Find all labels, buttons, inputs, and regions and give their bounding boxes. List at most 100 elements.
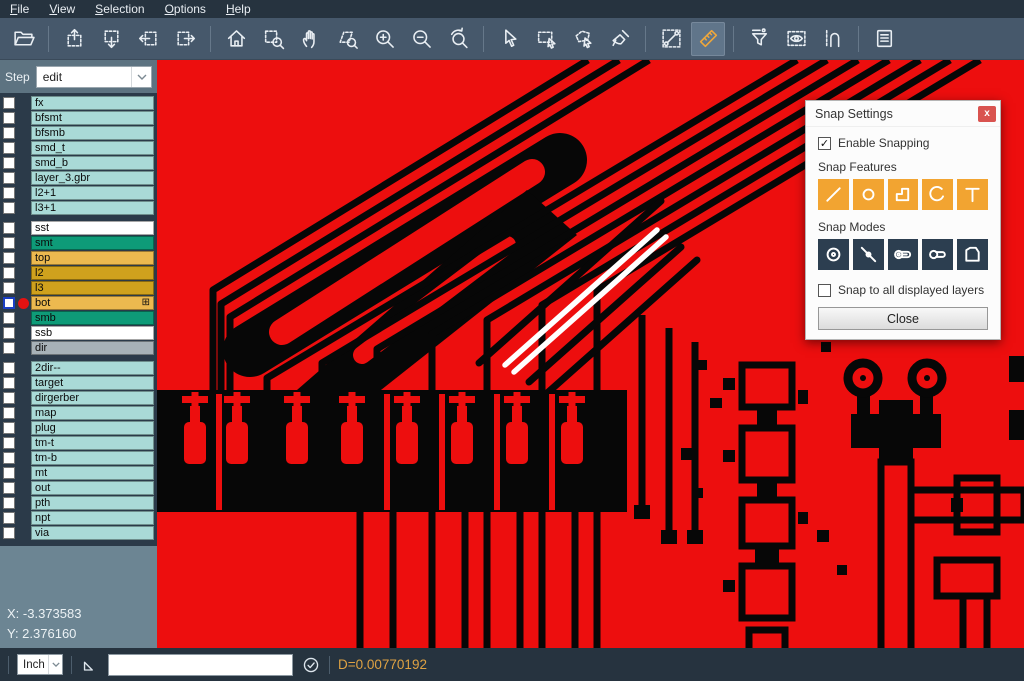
layer-visibility-checkbox[interactable]: [3, 282, 15, 294]
layer-row-bot[interactable]: bot⊞: [0, 296, 157, 310]
layer-name-cell[interactable]: tm-t: [31, 436, 154, 450]
layer-row-target[interactable]: target: [0, 376, 157, 390]
layer-row-ssb[interactable]: ssb: [0, 326, 157, 340]
layer-row-smd_t[interactable]: smd_t: [0, 141, 157, 155]
ruler-icon[interactable]: [691, 22, 725, 56]
text-snap-icon[interactable]: [957, 179, 988, 210]
layer-visibility-checkbox[interactable]: [3, 407, 15, 419]
layer-visibility-checkbox[interactable]: [3, 252, 15, 264]
layer-row-tm-b[interactable]: tm-b: [0, 451, 157, 465]
layer-name-cell[interactable]: bot⊞: [31, 296, 154, 310]
select-rectangle-icon[interactable]: [529, 22, 563, 56]
layer-row-bfsmb[interactable]: bfsmb: [0, 126, 157, 140]
layer-up-icon[interactable]: [57, 22, 91, 56]
layer-name-cell[interactable]: smb: [31, 311, 154, 325]
net-trace-icon[interactable]: [816, 22, 850, 56]
layer-name-cell[interactable]: l3: [31, 281, 154, 295]
layer-name-cell[interactable]: mt: [31, 466, 154, 480]
layer-row-fx[interactable]: fx: [0, 96, 157, 110]
menu-selection[interactable]: Selection: [95, 2, 144, 16]
zoom-home-icon[interactable]: [219, 22, 253, 56]
layer-row-sst[interactable]: sst: [0, 221, 157, 235]
command-input[interactable]: [108, 654, 293, 676]
layer-visibility-checkbox[interactable]: [3, 172, 15, 184]
layer-name-cell[interactable]: via: [31, 526, 154, 540]
layer-row-dirgerber[interactable]: dirgerber: [0, 391, 157, 405]
layer-name-cell[interactable]: bfsmt: [31, 111, 154, 125]
layer-row-smb[interactable]: smb: [0, 311, 157, 325]
layer-name-cell[interactable]: npt: [31, 511, 154, 525]
layer-name-cell[interactable]: pth: [31, 496, 154, 510]
enable-snapping-checkbox[interactable]: ✓: [818, 137, 831, 150]
step-select[interactable]: edit: [36, 66, 152, 88]
layer-row-map[interactable]: map: [0, 406, 157, 420]
layer-visibility-checkbox[interactable]: [3, 497, 15, 509]
layer-name-cell[interactable]: map: [31, 406, 154, 420]
pad-entire-snap-icon[interactable]: [888, 239, 919, 270]
layer-name-cell[interactable]: smt: [31, 236, 154, 250]
layer-row-2dir--[interactable]: 2dir--: [0, 361, 157, 375]
layer-name-cell[interactable]: bfsmb: [31, 126, 154, 140]
layer-name-cell[interactable]: l3+1: [31, 201, 154, 215]
contour-snap-icon[interactable]: [957, 239, 988, 270]
layer-visibility-checkbox[interactable]: [3, 377, 15, 389]
zoom-object-icon[interactable]: [330, 22, 364, 56]
layer-name-cell[interactable]: dirgerber: [31, 391, 154, 405]
layer-row-layer_3.gbr[interactable]: layer_3.gbr: [0, 171, 157, 185]
layer-row-tm-t[interactable]: tm-t: [0, 436, 157, 450]
layer-name-cell[interactable]: plug: [31, 421, 154, 435]
layer-visibility-checkbox[interactable]: [3, 187, 15, 199]
layer-name-cell[interactable]: smd_t: [31, 141, 154, 155]
dialog-title-bar[interactable]: Snap Settings x: [806, 101, 1000, 127]
menu-view[interactable]: View: [49, 2, 75, 16]
layer-row-top[interactable]: top: [0, 251, 157, 265]
layer-visibility-checkbox[interactable]: [3, 327, 15, 339]
arc-snap-icon[interactable]: [922, 179, 953, 210]
layer-name-cell[interactable]: l2+1: [31, 186, 154, 200]
layer-visibility-checkbox[interactable]: [3, 237, 15, 249]
zoom-previous-icon[interactable]: [441, 22, 475, 56]
layer-visibility-checkbox[interactable]: [3, 452, 15, 464]
layer-row-l2+1[interactable]: l2+1: [0, 186, 157, 200]
folder-open-icon[interactable]: [6, 22, 40, 56]
layer-visibility-checkbox[interactable]: [3, 127, 15, 139]
layer-row-l2[interactable]: l2: [0, 266, 157, 280]
zoom-out-icon[interactable]: [404, 22, 438, 56]
layer-visibility-checkbox[interactable]: [3, 527, 15, 539]
close-button[interactable]: Close: [818, 307, 988, 330]
zoom-in-icon[interactable]: [367, 22, 401, 56]
line-snap-icon[interactable]: [818, 179, 849, 210]
select-pointer-icon[interactable]: [492, 22, 526, 56]
units-select[interactable]: Inch: [17, 654, 63, 675]
layer-name-cell[interactable]: ssb: [31, 326, 154, 340]
layer-visibility-checkbox[interactable]: [3, 342, 15, 354]
layer-name-cell[interactable]: layer_3.gbr: [31, 171, 154, 185]
layer-row-l3+1[interactable]: l3+1: [0, 201, 157, 215]
layer-visibility-checkbox[interactable]: [3, 392, 15, 404]
layer-row-mt[interactable]: mt: [0, 466, 157, 480]
layer-visibility-checkbox[interactable]: [3, 482, 15, 494]
menu-options[interactable]: Options: [165, 2, 206, 16]
close-icon[interactable]: x: [978, 106, 996, 122]
layer-visibility-checkbox[interactable]: [3, 112, 15, 124]
layer-row-smd_b[interactable]: smd_b: [0, 156, 157, 170]
layer-name-cell[interactable]: 2dir--: [31, 361, 154, 375]
layer-visibility-checkbox[interactable]: [3, 222, 15, 234]
layer-down-icon[interactable]: [94, 22, 128, 56]
circle-snap-icon[interactable]: [853, 179, 884, 210]
layer-visibility-checkbox[interactable]: [3, 297, 15, 309]
layer-name-cell[interactable]: top: [31, 251, 154, 265]
layer-name-cell[interactable]: fx: [31, 96, 154, 110]
surface-snap-icon[interactable]: [888, 179, 919, 210]
layer-visibility-checkbox[interactable]: [3, 512, 15, 524]
apply-icon[interactable]: [301, 655, 321, 675]
measure-points-icon[interactable]: [654, 22, 688, 56]
layer-visibility-checkbox[interactable]: [3, 362, 15, 374]
layer-row-l3[interactable]: l3: [0, 281, 157, 295]
layer-visibility-checkbox[interactable]: [3, 157, 15, 169]
report-icon[interactable]: [867, 22, 901, 56]
layer-row-out[interactable]: out: [0, 481, 157, 495]
layer-row-via[interactable]: via: [0, 526, 157, 540]
layer-row-bfsmt[interactable]: bfsmt: [0, 111, 157, 125]
layer-visibility-checkbox[interactable]: [3, 142, 15, 154]
